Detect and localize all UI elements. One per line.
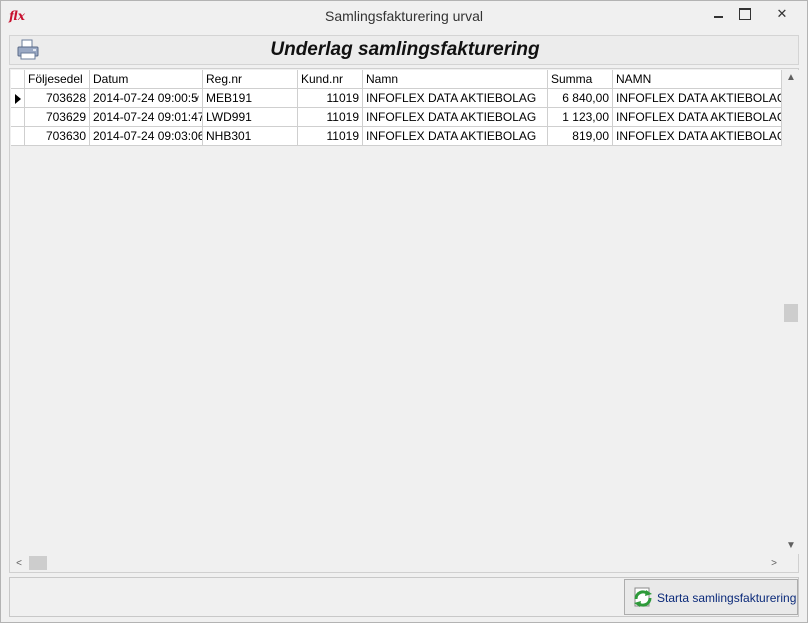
table-row[interactable]: 703628 2014-07-24 09:00:5 ∨ MEB191 11019… xyxy=(11,89,782,108)
vertical-scroll-thumb[interactable] xyxy=(784,304,798,322)
bottom-panel: Starta samlingsfakturering xyxy=(9,577,799,617)
scroll-right-icon[interactable]: > xyxy=(766,555,782,572)
window-title: Samlingsfakturering urval xyxy=(325,8,483,24)
cell-foljesedel[interactable]: 703629 xyxy=(25,108,90,127)
cell-datum[interactable]: 2014-07-24 09:00:5 ∨ xyxy=(90,89,203,108)
header-band: Underlag samlingsfakturering xyxy=(9,35,799,65)
cell-regnr[interactable]: LWD991 xyxy=(203,108,298,127)
scroll-up-icon[interactable]: ▲ xyxy=(783,70,799,86)
scroll-down-icon[interactable]: ▼ xyxy=(783,538,799,554)
cell-summa[interactable]: 819,00 xyxy=(548,127,613,146)
refresh-icon xyxy=(634,587,652,607)
column-header-namn-upper[interactable]: NAMN xyxy=(613,70,782,89)
vertical-scrollbar[interactable]: ▲ ▼ xyxy=(783,70,799,554)
cell-datum[interactable]: 2014-07-24 09:03:06 xyxy=(90,127,203,146)
start-button-label: Starta samlingsfakturering xyxy=(657,591,797,605)
cell-namn-upper[interactable]: INFOFLEX DATA AKTIEBOLAG xyxy=(613,108,782,127)
cell-summa[interactable]: 1 123,00 xyxy=(548,108,613,127)
cell-datum-text: 2014-07-24 09:00:5 xyxy=(93,91,198,105)
row-header xyxy=(11,108,25,127)
datum-dropdown-icon[interactable]: ∨ xyxy=(193,89,200,107)
app-window: flx Samlingsfakturering urval ✕ Underlag… xyxy=(0,0,808,623)
cell-kundnr[interactable]: 11019 xyxy=(298,127,363,146)
maximize-button[interactable] xyxy=(734,5,754,23)
grid-header-row: Följesedel Datum Reg.nr Kund.nr Namn Sum… xyxy=(11,70,782,89)
cell-kundnr[interactable]: 11019 xyxy=(298,108,363,127)
table-row[interactable]: 703629 2014-07-24 09:01:47 LWD991 11019 … xyxy=(11,108,782,127)
data-grid: Följesedel Datum Reg.nr Kund.nr Namn Sum… xyxy=(9,68,799,573)
close-button[interactable]: ✕ xyxy=(763,5,801,23)
title-bar: flx Samlingsfakturering urval ✕ xyxy=(1,1,807,31)
cell-foljesedel[interactable]: 703628 xyxy=(25,89,90,108)
column-header-summa[interactable]: Summa xyxy=(548,70,613,89)
column-header-kundnr[interactable]: Kund.nr xyxy=(298,70,363,89)
cell-datum[interactable]: 2014-07-24 09:01:47 xyxy=(90,108,203,127)
row-header-corner xyxy=(11,70,25,89)
cell-namn[interactable]: INFOFLEX DATA AKTIEBOLAG xyxy=(363,127,548,146)
column-header-datum[interactable]: Datum xyxy=(90,70,203,89)
column-header-regnr[interactable]: Reg.nr xyxy=(203,70,298,89)
scroll-left-icon[interactable]: < xyxy=(11,555,27,572)
minimize-button[interactable] xyxy=(708,5,728,23)
row-header xyxy=(11,127,25,146)
table-row[interactable]: 703630 2014-07-24 09:03:06 NHB301 11019 … xyxy=(11,127,782,146)
cell-namn[interactable]: INFOFLEX DATA AKTIEBOLAG xyxy=(363,89,548,108)
cell-foljesedel[interactable]: 703630 xyxy=(25,127,90,146)
column-header-foljesedel[interactable]: Följesedel xyxy=(25,70,90,89)
cell-regnr[interactable]: MEB191 xyxy=(203,89,298,108)
page-title: Underlag samlingsfakturering xyxy=(270,39,540,60)
column-header-namn[interactable]: Namn xyxy=(363,70,548,89)
cell-namn-upper[interactable]: INFOFLEX DATA AKTIEBOLAG xyxy=(613,127,782,146)
horizontal-scroll-thumb[interactable] xyxy=(29,556,47,570)
start-collective-invoicing-button[interactable]: Starta samlingsfakturering xyxy=(624,579,798,615)
current-row-indicator xyxy=(11,89,25,108)
cell-namn-upper[interactable]: INFOFLEX DATA AKTIEBOLAG xyxy=(613,89,782,108)
grid-viewport: Följesedel Datum Reg.nr Kund.nr Namn Sum… xyxy=(11,70,782,554)
cell-namn[interactable]: INFOFLEX DATA AKTIEBOLAG xyxy=(363,108,548,127)
cell-regnr[interactable]: NHB301 xyxy=(203,127,298,146)
horizontal-scrollbar[interactable]: < > xyxy=(11,555,782,572)
cell-kundnr[interactable]: 11019 xyxy=(298,89,363,108)
cell-summa[interactable]: 6 840,00 xyxy=(548,89,613,108)
